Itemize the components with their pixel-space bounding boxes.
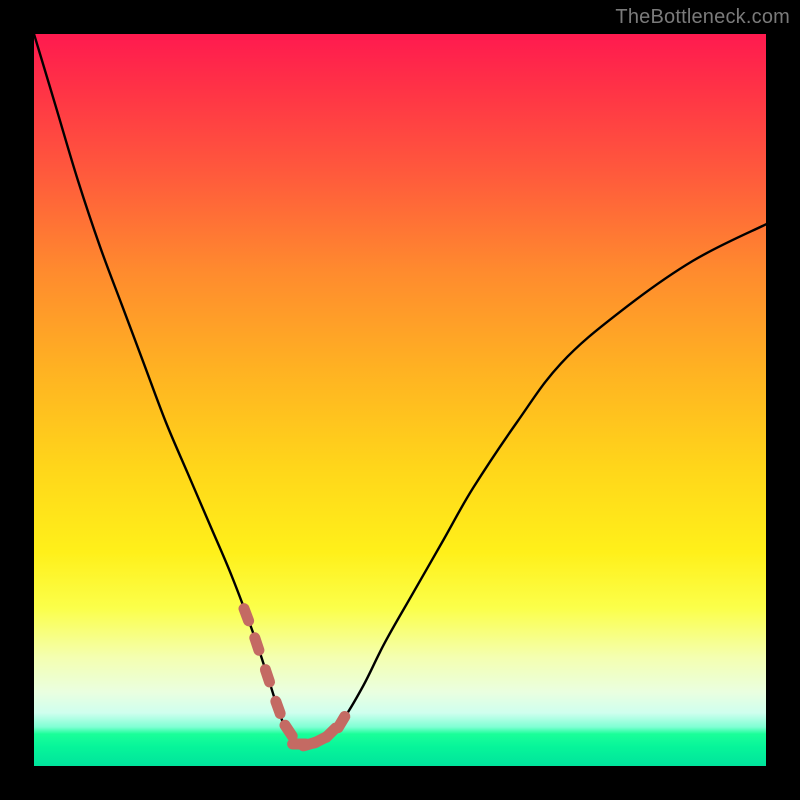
highlight-dash [276, 701, 280, 713]
highlight-dash [285, 725, 292, 736]
frame-border-bottom [0, 766, 800, 800]
frame-border-right [766, 0, 800, 800]
watermark-text: TheBottleneck.com [615, 6, 790, 29]
frame-border-left [0, 0, 34, 800]
highlight-dash [255, 638, 259, 650]
highlight-markers [244, 609, 345, 746]
highlight-dash [244, 609, 249, 621]
bottleneck-curve [34, 34, 766, 746]
chart-overlay-svg [34, 34, 766, 766]
plot-area [34, 34, 766, 766]
highlight-dash [265, 670, 269, 682]
highlight-dash [338, 717, 345, 728]
